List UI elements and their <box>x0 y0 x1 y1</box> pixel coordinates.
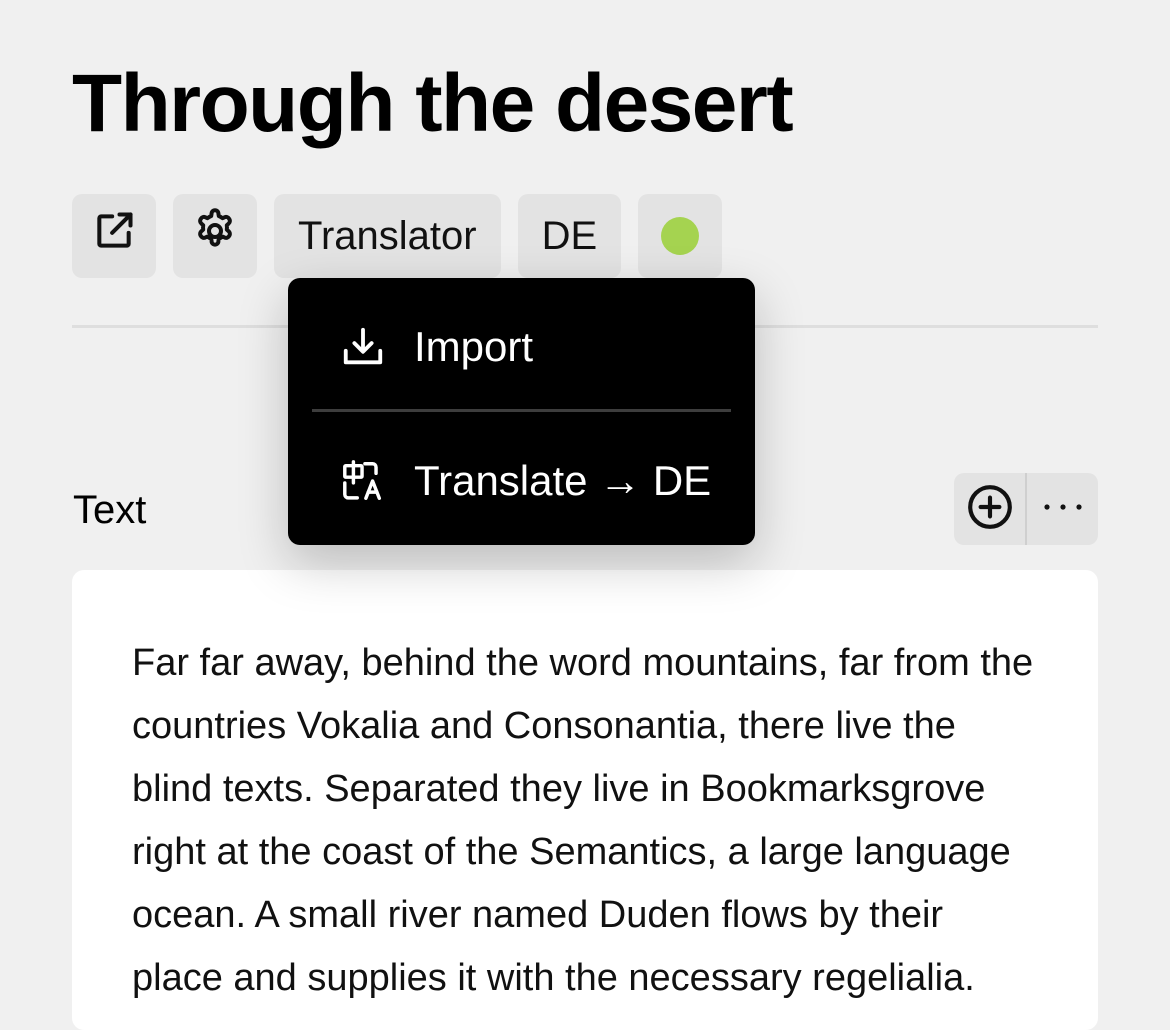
section-label: Text <box>73 488 147 532</box>
more-button[interactable] <box>1027 473 1098 545</box>
settings-button[interactable] <box>173 194 257 278</box>
external-link-icon <box>92 209 136 263</box>
ellipsis-icon <box>1039 500 1087 518</box>
menu-item-label: Import <box>414 323 534 370</box>
menu-divider <box>312 409 731 412</box>
translator-menu: Import Translate → DE <box>288 278 755 545</box>
translator-button[interactable]: Translator <box>274 194 501 278</box>
plus-circle-icon <box>965 482 1015 537</box>
status-indicator <box>661 217 700 255</box>
menu-item-import[interactable]: Import <box>340 323 533 371</box>
toolbar: Translator DE <box>72 194 723 278</box>
text-actions <box>954 473 1098 545</box>
menu-item-label: Translate → DE <box>414 457 712 504</box>
page-title: Through the desert <box>72 58 794 149</box>
language-button[interactable]: DE <box>517 194 622 278</box>
gear-icon <box>191 207 239 265</box>
body-text: Far far away, behind the word mountains,… <box>132 642 1034 999</box>
text-card[interactable]: Far far away, behind the word mountains,… <box>72 570 1098 1030</box>
translate-icon <box>340 458 386 504</box>
menu-item-translate[interactable]: Translate → DE <box>340 457 711 505</box>
add-button[interactable] <box>954 473 1025 545</box>
open-external-button[interactable] <box>72 194 156 278</box>
download-icon <box>340 324 386 370</box>
status-button[interactable] <box>638 194 723 278</box>
